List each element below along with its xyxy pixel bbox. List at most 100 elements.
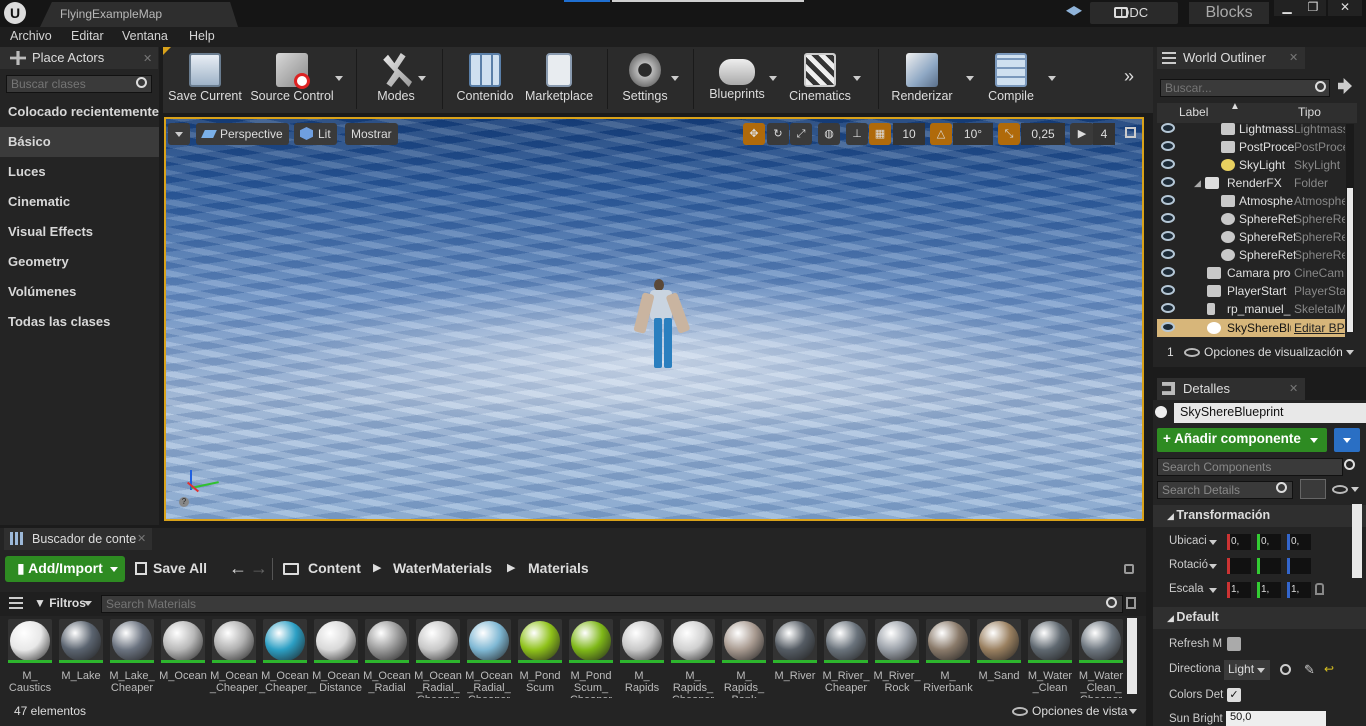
asset-thumbnail[interactable] xyxy=(59,619,103,663)
class-search-input[interactable] xyxy=(6,75,152,93)
cinematics-button[interactable]: Cinematics xyxy=(786,47,854,113)
unreal-logo-icon[interactable]: U xyxy=(4,2,26,24)
asset-thumbnail[interactable] xyxy=(1079,619,1123,663)
visibility-eye-icon[interactable] xyxy=(1161,159,1175,169)
visibility-filter-icon[interactable] xyxy=(1332,485,1348,494)
view-options-button[interactable]: Opciones de visualización xyxy=(1204,345,1343,359)
filters-button[interactable]: ▼ Filtros xyxy=(34,596,86,610)
collapse-arrow-icon[interactable]: ◢ xyxy=(1194,174,1201,192)
back-arrow-icon[interactable]: ← xyxy=(229,558,247,579)
asset-thumbnail[interactable] xyxy=(416,619,460,663)
world-local-icon[interactable]: ◍ xyxy=(818,123,840,145)
lock-icon[interactable] xyxy=(1315,583,1324,595)
visibility-eye-icon[interactable] xyxy=(1161,303,1175,313)
category-lights[interactable]: Luces xyxy=(0,157,159,187)
close-button[interactable]: ✕ xyxy=(1328,0,1362,16)
visibility-eye-icon[interactable] xyxy=(1161,285,1175,295)
asset-thumbnail[interactable] xyxy=(722,619,766,663)
material-search-input[interactable] xyxy=(101,595,1123,613)
blueprint-options-button[interactable] xyxy=(1334,428,1360,452)
viewport-options-button[interactable] xyxy=(168,123,190,145)
colors-checkbox[interactable]: ✓ xyxy=(1227,688,1241,702)
modes-button[interactable]: Modes xyxy=(370,47,422,113)
search-icon[interactable] xyxy=(1344,459,1355,470)
visibility-eye-icon[interactable] xyxy=(1161,177,1175,187)
grid-snap-icon[interactable]: ▦ xyxy=(869,123,891,145)
add-import-button[interactable]: ▮ Add/Import xyxy=(5,556,125,582)
camera-speed-value[interactable]: 4 xyxy=(1093,123,1115,145)
visibility-eye-icon[interactable] xyxy=(1161,213,1175,223)
breadcrumb-arrow-icon[interactable]: ▶ xyxy=(507,561,515,574)
level-tab[interactable]: FlyingExampleMap xyxy=(40,2,238,27)
browse-icon[interactable] xyxy=(1280,664,1291,675)
visibility-eye-icon[interactable] xyxy=(1161,141,1175,151)
show-button[interactable]: Mostrar xyxy=(345,123,398,145)
asset-thumbnail[interactable] xyxy=(824,619,868,663)
sort-icon[interactable]: ▲ xyxy=(1230,101,1240,112)
reset-icon[interactable]: ↩ xyxy=(1324,662,1334,676)
lock-icon[interactable] xyxy=(1124,564,1134,574)
category-visual-effects[interactable]: Visual Effects xyxy=(0,217,159,247)
category-geometry[interactable]: Geometry xyxy=(0,247,159,277)
outliner-scroll-thumb[interactable] xyxy=(1347,188,1353,332)
location-z-field[interactable]: 0, xyxy=(1287,534,1311,550)
menu-editar[interactable]: Editar xyxy=(71,29,104,43)
grid-snap-value[interactable]: 10 xyxy=(893,123,925,145)
asset-thumbnail[interactable] xyxy=(875,619,919,663)
category-recent[interactable]: Colocado recientemente xyxy=(0,97,159,127)
section-default[interactable]: ◢ Default xyxy=(1153,607,1366,629)
settings-button[interactable]: Settings xyxy=(618,47,672,113)
scale-z-field[interactable]: 1, xyxy=(1287,582,1311,598)
category-all-classes[interactable]: Todas las clases xyxy=(0,307,159,337)
edit-blueprint-link[interactable]: Editar BP xyxy=(1294,319,1345,337)
content-button[interactable]: Contenido xyxy=(454,47,516,113)
outliner-row[interactable]: Camara proc CineCam xyxy=(1157,264,1345,282)
outliner-row[interactable]: rp_manuel_ri SkeletalM xyxy=(1157,300,1345,318)
rotation-z-field[interactable] xyxy=(1287,558,1311,574)
asset-thumbnail[interactable] xyxy=(212,619,256,663)
asset-thumbnail[interactable] xyxy=(161,619,205,663)
category-volumes[interactable]: Volúmenes xyxy=(0,277,159,307)
source-control-button[interactable]: Source Control xyxy=(250,47,334,113)
type-column-header[interactable]: Tipo xyxy=(1298,105,1321,119)
details-scrollbar[interactable] xyxy=(1352,504,1362,578)
ddc-button[interactable]: DDC xyxy=(1090,2,1178,24)
world-outliner-tab[interactable]: World Outliner xyxy=(1157,47,1305,69)
maximize-button[interactable]: ❐ xyxy=(1300,0,1326,16)
menu-archivo[interactable]: Archivo xyxy=(10,29,52,43)
asset-thumbnail[interactable] xyxy=(518,619,562,663)
visibility-eye-icon[interactable] xyxy=(1161,195,1175,205)
scale-snap-icon[interactable]: ⤡ xyxy=(998,123,1020,145)
close-tab-icon[interactable]: ✕ xyxy=(1289,51,1298,64)
scale-mode-icon[interactable]: ⤢ xyxy=(790,123,812,145)
label-column-header[interactable]: Label xyxy=(1179,105,1208,119)
search-icon[interactable] xyxy=(1315,81,1326,92)
breadcrumb-materials[interactable]: Materials xyxy=(528,560,589,576)
outliner-row[interactable]: PostProce PostProce xyxy=(1157,138,1345,156)
details-tab[interactable]: Detalles xyxy=(1157,378,1305,400)
maximize-viewport-icon[interactable] xyxy=(1125,127,1136,138)
asset-thumbnail[interactable] xyxy=(926,619,970,663)
content-browser-tab[interactable]: Buscador de conte xyxy=(4,528,152,550)
asset-thumbnail[interactable] xyxy=(365,619,409,663)
breadcrumb-content[interactable]: Content xyxy=(308,560,361,576)
location-y-field[interactable]: 0, xyxy=(1257,534,1281,550)
add-component-button[interactable]: + Añadir componente xyxy=(1157,428,1327,452)
search-icon[interactable] xyxy=(1276,482,1287,493)
outliner-row[interactable]: SphereRefSphereRef xyxy=(1157,210,1345,228)
location-x-field[interactable]: 0, xyxy=(1227,534,1251,550)
sun-brightness-field[interactable]: 50,0 xyxy=(1226,711,1326,726)
menu-ventana[interactable]: Ventana xyxy=(122,29,168,43)
refresh-checkbox[interactable] xyxy=(1227,637,1241,651)
save-current-button[interactable]: Save Current xyxy=(168,47,242,113)
outliner-row-selected[interactable]: SkyShereBlu Editar BP xyxy=(1157,319,1345,337)
rotation-snap-value[interactable]: 10° xyxy=(953,123,993,145)
asset-thumbnail[interactable] xyxy=(569,619,613,663)
visibility-eye-icon[interactable] xyxy=(1161,123,1175,133)
actor-name-field[interactable]: SkyShereBlueprint xyxy=(1174,403,1366,423)
save-search-icon[interactable] xyxy=(1126,597,1136,609)
visibility-eye-icon[interactable] xyxy=(1161,322,1175,332)
asset-thumbnail[interactable] xyxy=(110,619,154,663)
search-components-input[interactable]: Search Components xyxy=(1157,458,1343,476)
content-scrollbar[interactable] xyxy=(1127,618,1137,694)
